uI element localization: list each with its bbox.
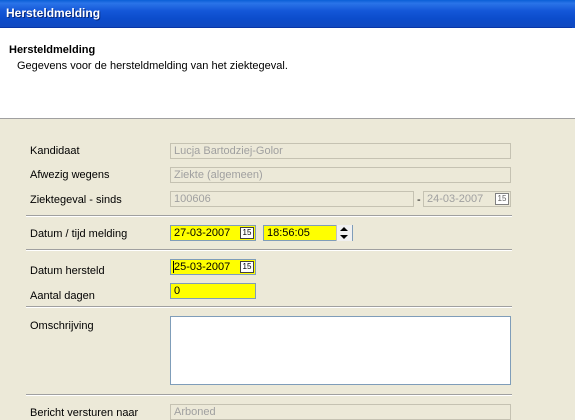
hersteld-date-text: 25-03-2007 — [174, 261, 231, 273]
separator — [26, 215, 512, 217]
text-caret — [173, 261, 174, 273]
window-title: Hersteldmelding — [6, 6, 101, 20]
title-bar[interactable]: Hersteldmelding — [0, 0, 575, 28]
melding-date-text: 27-03-2007 — [174, 227, 231, 239]
kandidaat-label: Kandidaat — [30, 145, 80, 157]
afwezig-field[interactable]: Ziekte (algemeen) — [170, 167, 511, 183]
melding-label: Datum / tijd melding — [30, 228, 128, 240]
ziektegeval-label: Ziektegeval - sinds — [30, 194, 122, 206]
ziektegeval-date-text: 24-03-2007 — [427, 193, 484, 205]
time-spinner[interactable] — [336, 225, 352, 241]
header-subtitle: Gegevens voor de hersteldmelding van het… — [17, 60, 288, 72]
form-area: Kandidaat Lucja Bartodziej-Golor Afwezig… — [0, 119, 575, 420]
melding-calendar-icon[interactable]: 15 — [240, 227, 254, 239]
header-title: Hersteldmelding — [9, 44, 96, 56]
dagen-field[interactable]: 0 — [170, 283, 256, 299]
dialog-header: Hersteldmelding Gegevens voor de herstel… — [0, 28, 575, 119]
dagen-label: Aantal dagen — [30, 290, 95, 302]
afwezig-label: Afwezig wegens — [30, 169, 110, 181]
bericht-field[interactable]: Arboned — [170, 404, 511, 420]
bericht-label: Bericht versturen naar — [30, 407, 139, 419]
hersteld-label: Datum hersteld — [30, 265, 105, 277]
hersteld-calendar-icon[interactable]: 15 — [240, 261, 254, 273]
ziektegeval-calendar-icon[interactable]: 15 — [495, 193, 509, 205]
spin-up-icon[interactable] — [340, 227, 348, 231]
ziektegeval-separator: - — [417, 194, 421, 206]
omschrijving-textarea[interactable] — [170, 316, 511, 385]
ziektegeval-field[interactable]: 100606 — [170, 191, 414, 207]
omschrijving-label: Omschrijving — [30, 320, 94, 332]
spin-down-icon[interactable] — [340, 235, 348, 239]
separator — [26, 306, 512, 308]
melding-time-text: 18:56:05 — [267, 227, 310, 239]
separator — [26, 249, 512, 251]
separator — [26, 394, 512, 396]
kandidaat-field[interactable]: Lucja Bartodziej-Golor — [170, 143, 511, 159]
